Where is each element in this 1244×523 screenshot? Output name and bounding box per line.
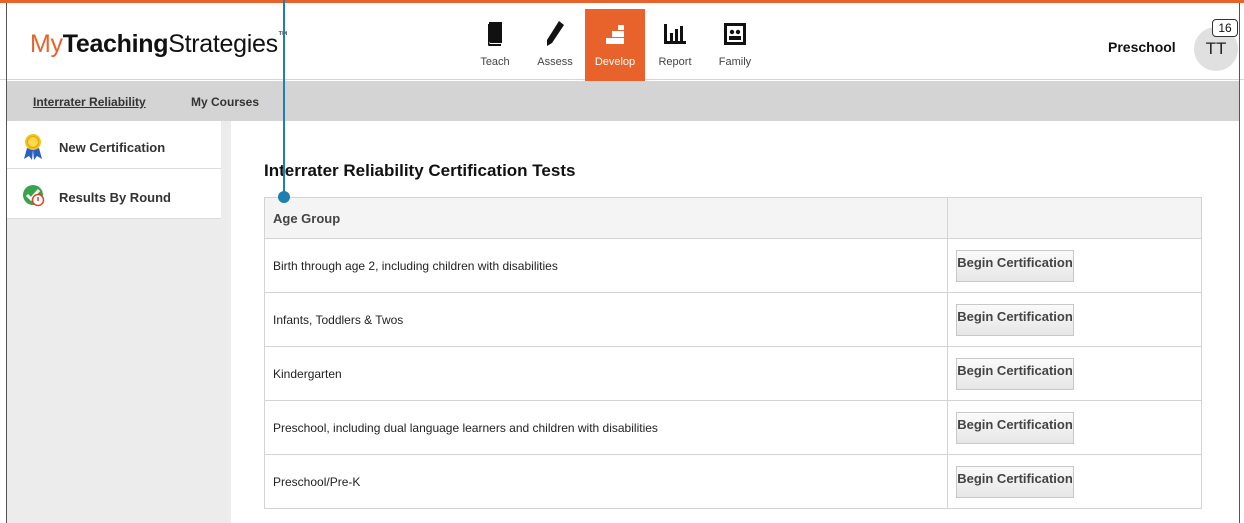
nav-report[interactable]: Report <box>645 9 705 81</box>
sidebar-item-results-by-round[interactable]: Results By Round <box>7 171 221 219</box>
table-row: Preschool, including dual language learn… <box>265 400 1201 454</box>
begin-certification-button[interactable]: Begin Certification <box>956 465 1074 498</box>
window-frame-right <box>1239 3 1240 523</box>
age-group-cell: Kindergarten <box>265 347 948 400</box>
begin-certification-button[interactable]: Begin Certification <box>956 411 1074 444</box>
nav-family[interactable]: Family <box>705 9 765 81</box>
logo-text-strategies: Strategies <box>168 30 278 58</box>
nav-develop[interactable]: Develop <box>585 9 645 81</box>
main-nav: Teach Assess Develop Report Family <box>465 9 765 81</box>
sidebar-item-label: New Certification <box>59 140 166 155</box>
begin-certification-button[interactable]: Begin Certification <box>956 357 1074 390</box>
avatar-initials: TT <box>1205 39 1227 58</box>
certification-table: Age Group Birth through age 2, including… <box>264 197 1202 509</box>
nav-label: Assess <box>537 56 573 68</box>
subnav-my-courses[interactable]: My Courses <box>191 95 259 109</box>
action-cell: Begin Certification <box>948 401 1201 454</box>
bar-chart-icon <box>662 19 688 49</box>
table-header-row: Age Group <box>265 198 1201 238</box>
action-cell: Begin Certification <box>948 455 1201 508</box>
nav-label: Family <box>718 56 752 68</box>
award-ribbon-icon <box>22 133 44 161</box>
nav-assess[interactable]: Assess <box>525 9 585 81</box>
table-row: Kindergarten Begin Certification <box>265 346 1201 400</box>
age-group-cell: Preschool, including dual language learn… <box>265 401 948 454</box>
app-logo[interactable]: MyTeachingStrategies™ <box>30 30 288 59</box>
begin-certification-button[interactable]: Begin Certification <box>956 303 1074 336</box>
sidebar-item-new-certification[interactable]: New Certification <box>7 121 221 169</box>
age-group-cell: Preschool/Pre-K <box>265 455 948 508</box>
column-header-age-group: Age Group <box>265 198 948 238</box>
sub-navigation: Interrater Reliability My Courses <box>7 81 1239 121</box>
nav-label: Develop <box>594 56 636 68</box>
window-frame-left <box>6 3 7 523</box>
sidebar: New Certification Results By Round <box>7 121 221 219</box>
annotation-marker-line <box>283 0 285 196</box>
book-icon <box>482 19 508 49</box>
table-row: Preschool/Pre-K Begin Certification <box>265 454 1201 508</box>
age-group-cell: Infants, Toddlers & Twos <box>265 293 948 346</box>
nav-teach[interactable]: Teach <box>465 9 525 81</box>
action-cell: Begin Certification <box>948 239 1201 292</box>
table-row: Birth through age 2, including children … <box>265 238 1201 292</box>
family-photo-icon <box>722 19 748 49</box>
subnav-interrater-reliability[interactable]: Interrater Reliability <box>33 95 146 109</box>
action-cell: Begin Certification <box>948 347 1201 400</box>
steps-icon <box>602 19 628 49</box>
page-title: Interrater Reliability Certification Tes… <box>264 161 576 180</box>
pencil-icon <box>542 19 568 49</box>
logo-text-my: My <box>30 30 63 58</box>
table-row: Infants, Toddlers & Twos Begin Certifica… <box>265 292 1201 346</box>
column-header-action <box>948 198 1201 238</box>
main-content: Interrater Reliability Certification Tes… <box>231 121 1239 523</box>
logo-text-teaching: Teaching <box>62 30 169 58</box>
begin-certification-button[interactable]: Begin Certification <box>956 249 1074 282</box>
sidebar-item-label: Results By Round <box>59 190 171 205</box>
top-header: MyTeachingStrategies™ Teach Assess Devel… <box>0 0 1244 81</box>
nav-label: Report <box>658 56 692 68</box>
nav-label: Teach <box>480 56 510 68</box>
notification-badge[interactable]: 16 <box>1212 19 1238 37</box>
age-group-cell: Birth through age 2, including children … <box>265 239 948 292</box>
action-cell: Begin Certification <box>948 293 1201 346</box>
program-label[interactable]: Preschool <box>1108 39 1176 55</box>
check-results-icon <box>22 183 45 211</box>
annotation-marker-dot <box>278 191 290 203</box>
